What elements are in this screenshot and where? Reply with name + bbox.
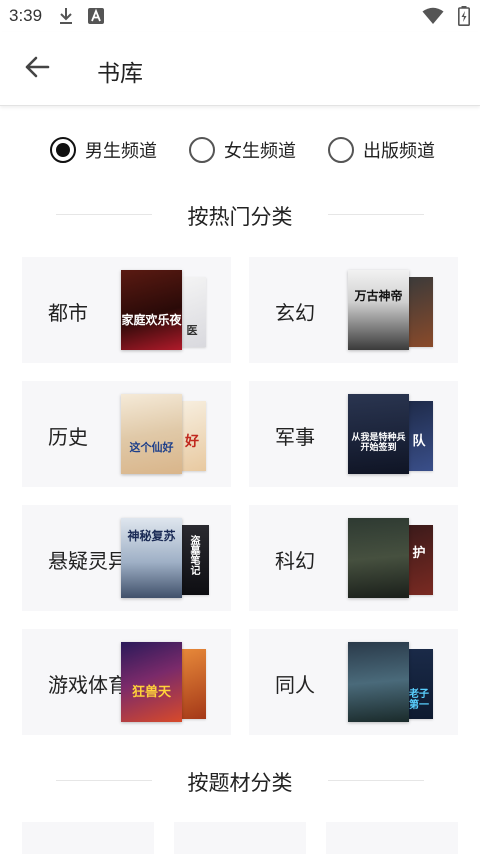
- channel-label: 男生频道: [85, 141, 157, 162]
- cover-text: 盗墓笔记: [188, 535, 199, 575]
- cover-text: 队: [412, 434, 426, 449]
- channel-female[interactable]: 女生频道: [189, 133, 296, 167]
- radio-checked-icon[interactable]: [50, 137, 76, 163]
- category-card-lishi[interactable]: 历史 好 这个仙好: [22, 381, 231, 487]
- theme-section-header: 按题材分类: [0, 764, 480, 798]
- book-cover-back: 好: [178, 401, 206, 471]
- category-label: 游戏体育: [48, 673, 128, 697]
- book-cover-back: 老子第一: [405, 649, 433, 719]
- cover-text: 狂兽天: [131, 685, 171, 700]
- book-cover-back: 医: [178, 277, 206, 347]
- status-time: 3:39: [9, 6, 43, 25]
- hot-section-header: 按热门分类: [0, 198, 480, 232]
- book-cover-back: [178, 649, 206, 719]
- channel-publish[interactable]: 出版频道: [328, 133, 435, 167]
- category-label: 玄幻: [275, 301, 315, 325]
- book-cover-back: [405, 277, 433, 347]
- divider: [328, 214, 424, 215]
- channel-label: 女生频道: [224, 141, 296, 162]
- category-label: 都市: [48, 301, 88, 325]
- theme-card[interactable]: [174, 822, 306, 854]
- category-card-tongren[interactable]: 同人 老子第一: [249, 629, 458, 735]
- category-card-xuanyi[interactable]: 悬疑灵异 盗墓笔记 神秘复苏: [22, 505, 231, 611]
- book-cover-front: 家庭欢乐夜: [121, 270, 182, 350]
- download-icon: [58, 7, 74, 25]
- theme-card[interactable]: [326, 822, 458, 854]
- cover-text: 老子第一: [409, 689, 429, 711]
- cover-text: 好: [185, 434, 199, 450]
- book-cover-back: 盗墓笔记: [181, 525, 209, 595]
- category-label: 同人: [275, 673, 315, 697]
- book-cover-front: 神秘复苏: [121, 518, 182, 598]
- channel-selector: 男生频道 女生频道 出版频道: [0, 133, 480, 167]
- book-cover-front: [348, 518, 409, 598]
- book-cover-back: 队: [405, 401, 433, 471]
- book-cover-front: 万古神帝: [348, 270, 409, 350]
- radio-unchecked-icon[interactable]: [189, 137, 215, 163]
- cover-text: 从我是特种兵开始签到: [351, 433, 406, 453]
- status-bar: 3:39: [0, 0, 480, 32]
- battery-icon: [458, 6, 470, 30]
- page-title: 书库: [97, 61, 143, 87]
- book-cover-front: 这个仙好: [121, 394, 182, 474]
- theme-card-row: [22, 822, 458, 854]
- cover-text: 万古神帝: [354, 289, 403, 303]
- wifi-icon: [422, 7, 444, 29]
- book-cover-front: 从我是特种兵开始签到: [348, 394, 409, 474]
- category-card-kehuan[interactable]: 科幻 护: [249, 505, 458, 611]
- cover-text: 护: [412, 546, 426, 561]
- back-button[interactable]: [20, 54, 54, 84]
- cover-text: 医: [186, 324, 198, 337]
- category-card-dushi[interactable]: 都市 医 家庭欢乐夜: [22, 257, 231, 363]
- a-badge-icon: [88, 8, 105, 24]
- book-cover-front: 狂兽天: [121, 642, 182, 722]
- category-label: 历史: [48, 425, 88, 449]
- category-label: 悬疑灵异: [48, 549, 128, 573]
- app-bar: 书库: [0, 32, 480, 106]
- arrow-left-icon: [24, 56, 50, 82]
- category-label: 军事: [275, 425, 315, 449]
- category-card-xuanhuan[interactable]: 玄幻 万古神帝: [249, 257, 458, 363]
- theme-card[interactable]: [22, 822, 154, 854]
- category-label: 科幻: [275, 549, 315, 573]
- cover-text: 这个仙好: [129, 441, 174, 454]
- cover-text: 家庭欢乐夜: [121, 313, 182, 327]
- radio-unchecked-icon[interactable]: [328, 137, 354, 163]
- section-title: 按热门分类: [187, 205, 293, 229]
- divider: [328, 780, 424, 781]
- channel-male[interactable]: 男生频道: [50, 133, 157, 167]
- category-card-junshi[interactable]: 军事 队 从我是特种兵开始签到: [249, 381, 458, 487]
- book-cover-back: 护: [405, 525, 433, 595]
- section-title: 按题材分类: [187, 771, 293, 795]
- category-card-youxi[interactable]: 游戏体育 狂兽天: [22, 629, 231, 735]
- channel-label: 出版频道: [363, 141, 435, 162]
- book-cover-front: [348, 642, 409, 722]
- cover-text: 神秘复苏: [127, 529, 176, 543]
